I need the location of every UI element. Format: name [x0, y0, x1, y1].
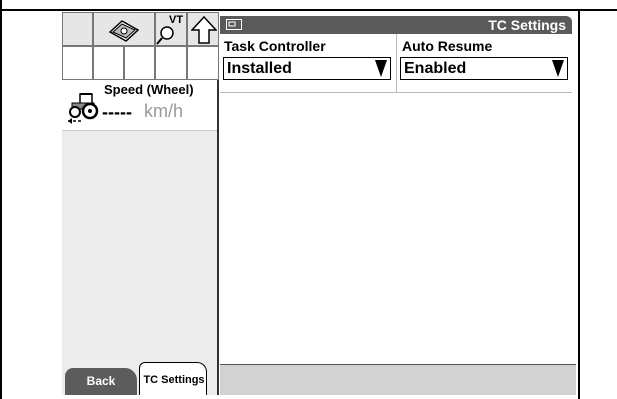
speed-unit: km/h [144, 101, 184, 121]
up-arrow-icon [191, 15, 217, 44]
chevron-down-icon [375, 60, 387, 77]
auto-resume-value: Enabled [404, 60, 467, 77]
toolbar-cell-empty [187, 46, 219, 80]
toolbar-cell-empty [62, 46, 93, 80]
toolbar-cell-empty [124, 46, 155, 80]
tab-tc-settings-label: TC Settings [143, 374, 205, 386]
auto-resume-dropdown[interactable]: Enabled [400, 57, 568, 80]
back-button-label: Back [86, 374, 116, 388]
toolbar-cell-up[interactable] [187, 12, 219, 46]
speed-value: ----- [102, 102, 132, 122]
page-title: TC Settings [488, 17, 566, 33]
speed-label: Speed (Wheel) [104, 82, 194, 97]
tractor-icon [68, 93, 99, 124]
row-divider [220, 92, 572, 93]
column-divider [396, 34, 397, 92]
tab-tc-settings[interactable]: TC Settings [139, 362, 207, 395]
frame-left-border [0, 0, 2, 399]
bottom-bar [220, 364, 576, 395]
left-panel: VT Speed (Wheel) ----- km/h Back TC Sett… [62, 12, 219, 395]
book-icon [108, 20, 140, 42]
toolbar-grid: VT [62, 12, 219, 80]
toolbar-cell-book[interactable] [93, 12, 155, 46]
frame-top-border [0, 9, 617, 11]
toolbar-cell-empty [93, 46, 124, 80]
speed-readout: Speed (Wheel) ----- km/h [62, 80, 217, 131]
task-controller-value: Installed [227, 60, 292, 77]
vt-badge: VT [169, 14, 184, 26]
setting-task-controller: Task Controller Installed [220, 36, 396, 88]
main-panel: TC Settings Task Controller Installed Au… [220, 12, 576, 395]
toolbar-cell-vt[interactable]: VT [155, 12, 187, 46]
frame-right-border [578, 9, 580, 399]
task-controller-dropdown[interactable]: Installed [223, 57, 391, 80]
back-button[interactable]: Back [65, 368, 137, 395]
screen-icon [226, 19, 242, 30]
chevron-down-icon [552, 60, 564, 77]
toolbar-cell-empty [155, 46, 187, 80]
display-screen: VT Speed (Wheel) ----- km/h Back TC Sett… [62, 12, 576, 395]
task-controller-label: Task Controller [224, 38, 326, 54]
auto-resume-label: Auto Resume [402, 38, 493, 54]
setting-auto-resume: Auto Resume Enabled [398, 36, 572, 88]
toolbar-cell-empty [62, 12, 93, 46]
title-bar: TC Settings [220, 16, 572, 34]
